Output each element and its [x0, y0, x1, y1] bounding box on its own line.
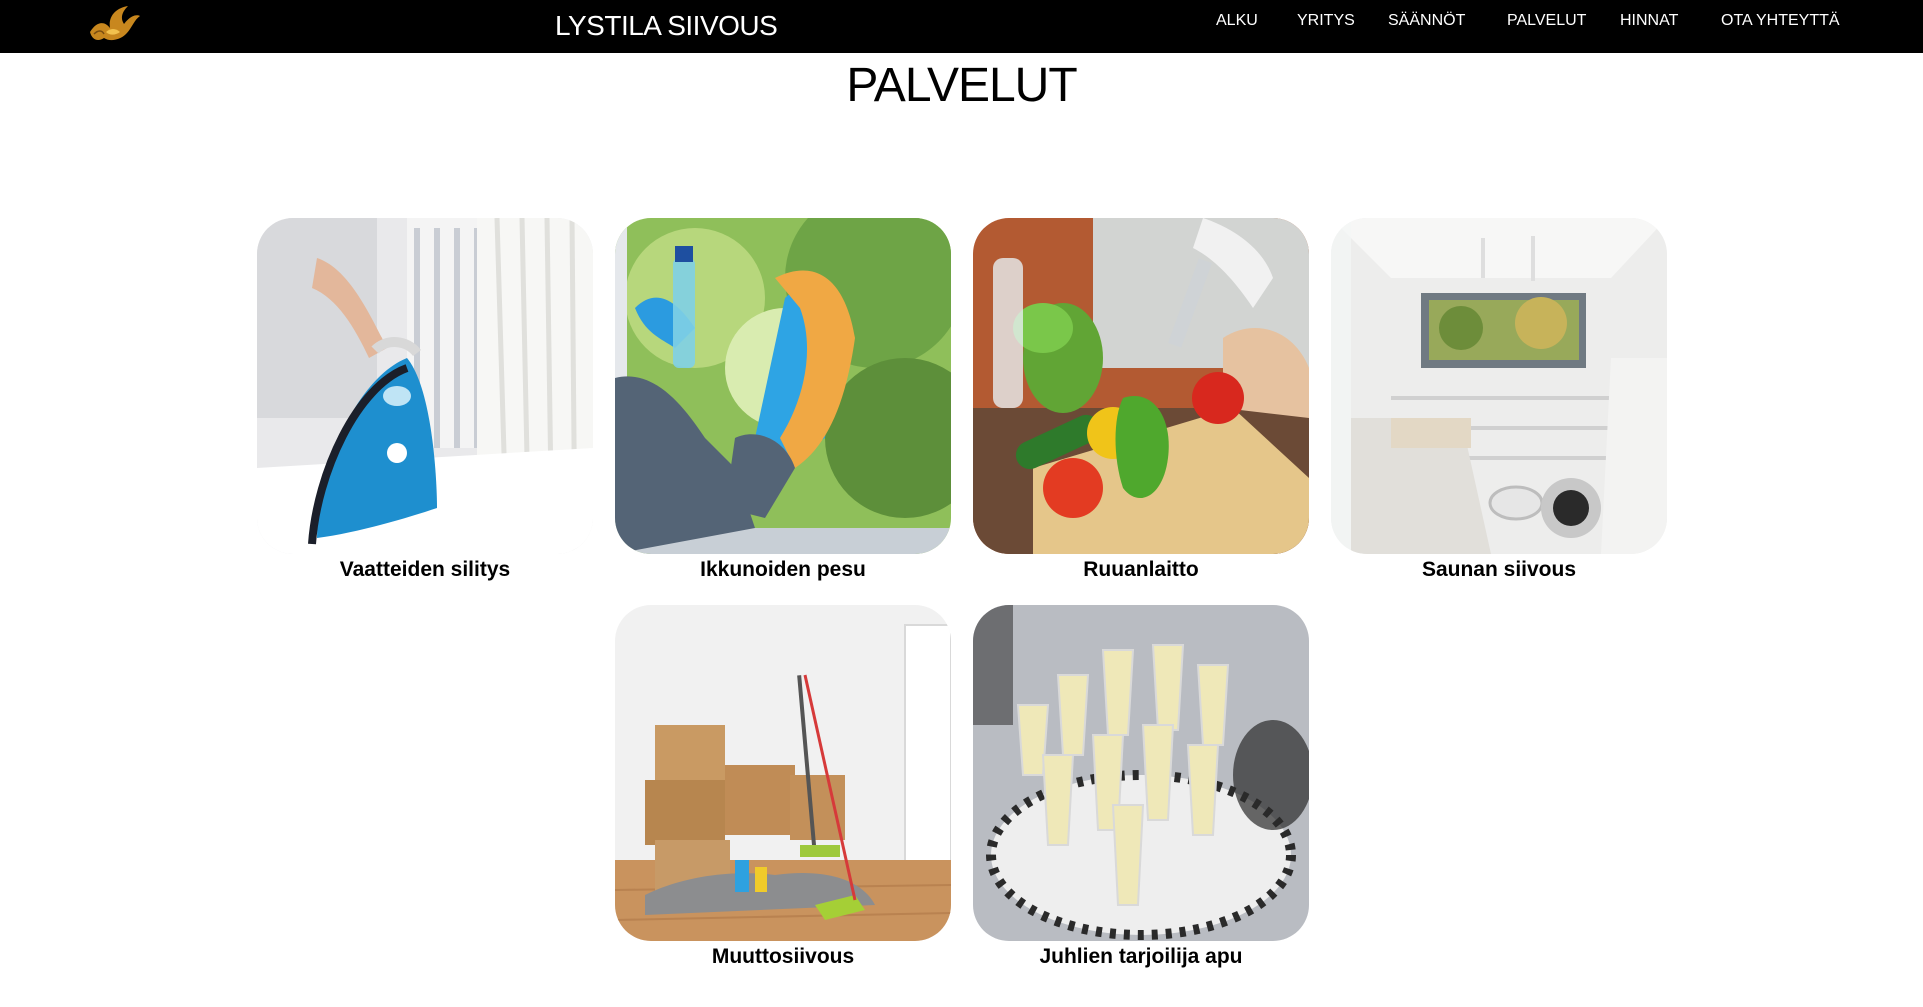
service-card-window-washing[interactable]: Ikkunoiden pesu [615, 218, 951, 581]
site-logo[interactable] [86, 2, 142, 44]
moving-boxes-photo [615, 605, 951, 941]
service-caption: Ruuanlaitto [1083, 558, 1199, 581]
nav-item-hinnat[interactable]: HINNAT [1620, 12, 1678, 30]
service-caption: Muuttosiivous [711, 945, 855, 968]
service-card-moving[interactable]: Muuttosiivous [615, 605, 951, 968]
top-navbar: LYSTILA SIIVOUS ALKU YRITYS SÄÄNNÖT PALV… [0, 0, 1923, 53]
nav-item-palvelut[interactable]: PALVELUT [1507, 12, 1586, 30]
service-caption: Saunan siivous [1421, 558, 1577, 581]
site-title[interactable]: LYSTILA SIIVOUS [555, 5, 778, 47]
nav-item-yritys[interactable]: YRITYS [1297, 12, 1355, 30]
cooking-vegetables-photo [973, 218, 1309, 554]
page-title: PALVELUT [846, 59, 1077, 112]
service-caption: Juhlien tarjoilija apu [1039, 945, 1243, 968]
service-caption: Vaatteiden silitys [339, 558, 511, 581]
nav-item-saannot[interactable]: SÄÄNNÖT [1388, 12, 1465, 30]
nav-item-alku[interactable]: ALKU [1216, 12, 1258, 30]
golden-bird-logo-icon [90, 6, 140, 41]
service-caption: Ikkunoiden pesu [700, 558, 866, 581]
window-washing-photo [615, 218, 951, 554]
sauna-room-photo [1331, 218, 1667, 554]
champagne-glasses-photo [973, 605, 1309, 941]
service-card-cooking[interactable]: Ruuanlaitto [973, 218, 1309, 581]
service-card-sauna[interactable]: Saunan siivous [1331, 218, 1667, 581]
nav-item-ota-yhteytta[interactable]: OTA YHTEYTTÄ [1721, 12, 1840, 30]
service-card-ironing[interactable]: Vaatteiden silitys [257, 218, 593, 581]
ironing-photo [257, 218, 593, 554]
service-card-party-serving[interactable]: Juhlien tarjoilija apu [973, 605, 1309, 968]
